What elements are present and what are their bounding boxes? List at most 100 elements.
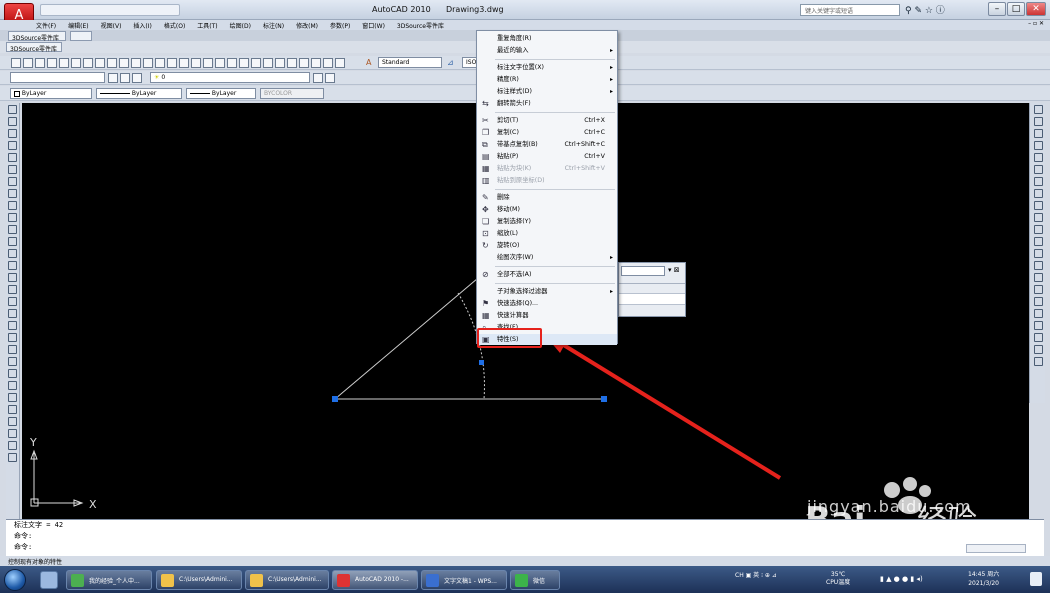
draw-tool-icon[interactable] xyxy=(8,285,17,294)
context-menu-item[interactable]: 标注文字位置(X) ▸ xyxy=(477,62,617,73)
context-menu-item[interactable]: 重复角度(R) xyxy=(477,33,617,44)
standard-tool-icons[interactable] xyxy=(10,57,366,69)
context-menu-item[interactable]: 绘图次序(W) ▸ xyxy=(477,252,617,263)
properties-palette[interactable]: ▾ ⊠ xyxy=(618,262,686,317)
draw-tool-icon[interactable] xyxy=(8,249,17,258)
context-menu-item[interactable]: ✂ 剪切(T) Ctrl+X xyxy=(477,115,617,126)
draw-tool-icon[interactable] xyxy=(8,369,17,378)
modify-tool-icon[interactable] xyxy=(1034,177,1043,186)
menu-item[interactable]: 窗口(W) xyxy=(362,21,385,30)
context-menu-item[interactable]: ✥ 移动(M) xyxy=(477,204,617,215)
context-menu-item[interactable]: ↻ 旋转(O) xyxy=(477,240,617,251)
draw-tool-icon[interactable] xyxy=(8,297,17,306)
context-menu-item[interactable]: ❐ 复制(C) Ctrl+C xyxy=(477,127,617,138)
modify-tool-icon[interactable] xyxy=(1034,261,1043,270)
context-menu-item[interactable]: 精度(R) ▸ xyxy=(477,74,617,85)
context-menu-item[interactable]: ⊡ 缩放(L) xyxy=(477,228,617,239)
draw-tool-icon[interactable] xyxy=(8,441,17,450)
menu-item[interactable]: 插入(I) xyxy=(133,21,151,30)
properties-select[interactable] xyxy=(621,266,665,276)
angled-line[interactable] xyxy=(334,272,485,400)
taskbar-button[interactable]: 文字文稿1 - WPS... xyxy=(421,570,507,590)
doc-window-controls[interactable]: – ▫ ✕ xyxy=(1028,20,1044,27)
context-menu-item[interactable]: ⚑ 快速选择(Q)... xyxy=(477,298,617,309)
menu-item[interactable]: 标注(N) xyxy=(263,21,284,30)
modify-tool-icon[interactable] xyxy=(1034,201,1043,210)
context-menu-item[interactable]: ✎ 删除 xyxy=(477,192,617,203)
draw-tool-icon[interactable] xyxy=(8,357,17,366)
context-menu-item[interactable]: ▦ 快速计算器 xyxy=(477,310,617,321)
draw-tool-icon[interactable] xyxy=(8,381,17,390)
modify-tool-icon[interactable] xyxy=(1034,213,1043,222)
draw-tool-icon[interactable] xyxy=(8,189,17,198)
pinned-app-icon[interactable] xyxy=(40,571,58,589)
minimize-button[interactable]: – xyxy=(988,2,1006,16)
draw-tool-icon[interactable] xyxy=(8,405,17,414)
draw-tool-icon[interactable] xyxy=(8,213,17,222)
modify-tool-icon[interactable] xyxy=(1034,249,1043,258)
modify-tool-icon[interactable] xyxy=(1034,285,1043,294)
draw-tool-icon[interactable] xyxy=(8,177,17,186)
draw-tool-icon[interactable] xyxy=(8,417,17,426)
context-menu-item[interactable]: ⇆ 翻转箭头(F) xyxy=(477,98,617,109)
draw-tool-icon[interactable] xyxy=(8,141,17,150)
draw-tool-icon[interactable] xyxy=(8,225,17,234)
color-select[interactable]: ByLayer xyxy=(10,88,92,99)
modify-tool-icon[interactable] xyxy=(1034,117,1043,126)
plotstyle-select[interactable]: BYCOLOR xyxy=(260,88,324,99)
title-tool-icons[interactable]: ⚲ ✎ ☆ ⓘ xyxy=(905,3,945,16)
file-tab[interactable]: 3DSource零件库 xyxy=(8,31,66,42)
close-button[interactable]: ✕ xyxy=(1026,2,1046,16)
new-tab-button[interactable] xyxy=(70,31,92,41)
modify-tool-icon[interactable] xyxy=(1034,357,1043,366)
modify-tool-icon[interactable] xyxy=(1034,321,1043,330)
grip-start[interactable] xyxy=(332,396,338,402)
context-menu-item[interactable]: ▤ 粘贴(P) Ctrl+V xyxy=(477,151,617,162)
taskbar-button[interactable]: 我的经验_个人中... xyxy=(66,570,152,590)
draw-tool-icon[interactable] xyxy=(8,237,17,246)
modify-tool-icon[interactable] xyxy=(1034,309,1043,318)
modify-tool-icon[interactable] xyxy=(1034,105,1043,114)
palette-icons[interactable]: ▾ ⊠ xyxy=(668,266,680,274)
context-menu-item[interactable]: ⊘ 全部不选(A) xyxy=(477,269,617,280)
menu-item[interactable]: 工具(T) xyxy=(197,21,217,30)
search-input[interactable]: 键入关键字或短语 xyxy=(800,4,900,16)
draw-tool-icon[interactable] xyxy=(8,117,17,126)
lineweight-select[interactable]: ByLayer xyxy=(186,88,256,99)
draw-tool-icon[interactable] xyxy=(8,393,17,402)
sub-tab[interactable]: 3DSource零件库 xyxy=(6,42,62,53)
draw-tool-icon[interactable] xyxy=(8,453,17,462)
grip-dimension[interactable] xyxy=(479,360,484,365)
modify-tool-icon[interactable] xyxy=(1034,141,1043,150)
draw-tool-icon[interactable] xyxy=(8,153,17,162)
taskbar-button[interactable]: 微信 xyxy=(510,570,560,590)
draw-tool-icon[interactable] xyxy=(8,201,17,210)
modify-tool-icon[interactable] xyxy=(1034,189,1043,198)
layer-tool-icons[interactable] xyxy=(107,72,147,84)
modify-tool-icon[interactable] xyxy=(1034,225,1043,234)
draw-tool-icon[interactable] xyxy=(8,129,17,138)
draw-tool-icon[interactable] xyxy=(8,429,17,438)
tray-status-icons[interactable]: ▮ ▲ ● ● ▮ ◂) xyxy=(880,575,923,583)
text-style-select[interactable]: Standard xyxy=(378,57,442,68)
menu-item[interactable]: 视图(V) xyxy=(101,21,122,30)
grip-end[interactable] xyxy=(601,396,607,402)
clock[interactable]: 14:45 周六 2021/3/20 xyxy=(968,570,999,588)
taskbar-button[interactable]: C:\Users\Admini... xyxy=(245,570,329,590)
modify-tool-icon[interactable] xyxy=(1034,153,1043,162)
linetype-select[interactable]: ByLayer xyxy=(96,88,182,99)
quick-access-toolbar[interactable] xyxy=(40,4,180,16)
draw-tool-icon[interactable] xyxy=(8,165,17,174)
menu-item[interactable]: 3DSource零件库 xyxy=(397,21,444,30)
context-menu-item[interactable]: ⧉ 带基点复制(B) Ctrl+Shift+C xyxy=(477,139,617,150)
draw-tool-icon[interactable] xyxy=(8,261,17,270)
start-button[interactable] xyxy=(4,569,26,591)
context-menu[interactable]: 重复角度(R) 最近的输入 ▸ 标注文字位置(X) ▸ 精度(R) ▸ 标注样式(D) ▸ ⇆ 翻转… xyxy=(476,30,618,348)
draw-tool-icon[interactable] xyxy=(8,273,17,282)
system-tray[interactable]: CH ▣ 英 ⁝ ⊕ ⊿ xyxy=(735,570,777,579)
menu-item[interactable]: 格式(O) xyxy=(164,21,185,30)
layer-select[interactable]: ☀ 0 xyxy=(150,72,310,83)
modify-tool-icon[interactable] xyxy=(1034,297,1043,306)
taskbar-button[interactable]: AutoCAD 2010 -... xyxy=(332,570,418,590)
draw-tool-icon[interactable] xyxy=(8,309,17,318)
